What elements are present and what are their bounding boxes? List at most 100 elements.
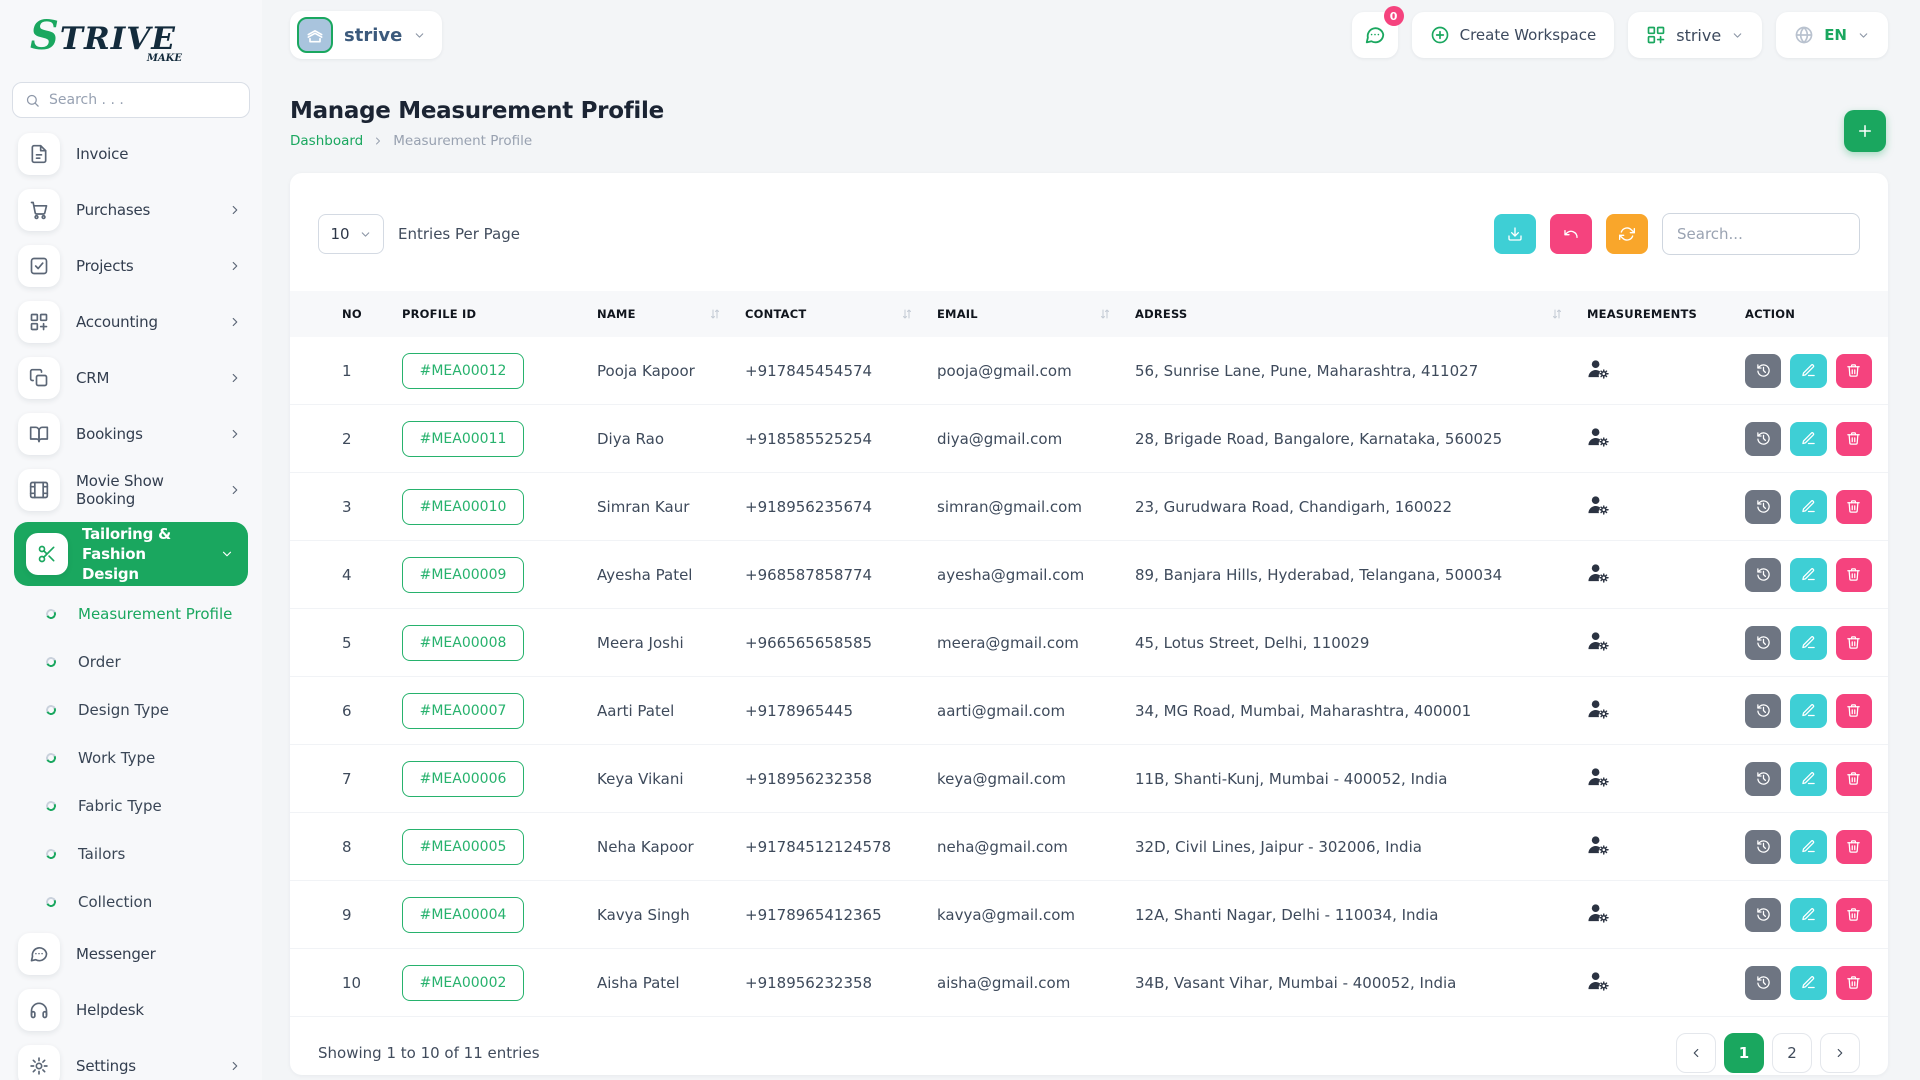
sidebar-subitem-work-type[interactable]: Work Type [0, 734, 262, 782]
person-gear-icon[interactable] [1587, 969, 1610, 992]
profile-id-badge[interactable]: #MEA00005 [402, 829, 524, 865]
sidebar-item-accounting[interactable]: Accounting [0, 294, 262, 350]
sidebar-item-invoice[interactable]: Invoice [0, 126, 262, 182]
refresh-button[interactable] [1606, 214, 1648, 254]
edit-button[interactable] [1790, 626, 1826, 660]
person-gear-icon[interactable] [1587, 765, 1610, 788]
content-card: 10 Entries Per Page NOPROFILE IDNAMECONT… [290, 173, 1888, 1075]
entries-per-page-select[interactable]: 10 [318, 214, 384, 254]
edit-button[interactable] [1790, 558, 1826, 592]
sidebar-item-settings[interactable]: Settings [0, 1038, 262, 1080]
profile-id-badge[interactable]: #MEA00002 [402, 965, 524, 1001]
sidebar-subitem-design-type[interactable]: Design Type [0, 686, 262, 734]
sidebar-subitem-order[interactable]: Order [0, 638, 262, 686]
delete-button[interactable] [1836, 830, 1872, 864]
sidebar-search-input[interactable] [49, 92, 237, 108]
column-header-name[interactable]: NAME [597, 307, 745, 321]
person-gear-icon[interactable] [1587, 561, 1610, 584]
delete-button[interactable] [1836, 966, 1872, 1000]
profile-id-badge[interactable]: #MEA00006 [402, 761, 524, 797]
pagination-page-1[interactable]: 1 [1724, 1033, 1764, 1073]
language-selector[interactable]: EN [1776, 12, 1888, 58]
history-button[interactable] [1745, 762, 1781, 796]
history-button[interactable] [1745, 830, 1781, 864]
history-button[interactable] [1745, 966, 1781, 1000]
edit-button[interactable] [1790, 762, 1826, 796]
sidebar-subitem-fabric-type[interactable]: Fabric Type [0, 782, 262, 830]
history-button[interactable] [1745, 422, 1781, 456]
table-search-input[interactable] [1662, 213, 1860, 255]
edit-button[interactable] [1790, 422, 1826, 456]
history-button[interactable] [1745, 490, 1781, 524]
language-label: EN [1824, 26, 1847, 44]
profile-id-badge[interactable]: #MEA00009 [402, 557, 524, 593]
delete-button[interactable] [1836, 354, 1872, 388]
pagination-page-2[interactable]: 2 [1772, 1033, 1812, 1073]
profile-id-badge[interactable]: #MEA00008 [402, 625, 524, 661]
chat-button[interactable]: 0 [1352, 12, 1398, 58]
sidebar-item-crm[interactable]: CRM [0, 350, 262, 406]
table-row: 9#MEA00004Kavya Singh+9178965412365kavya… [290, 881, 1888, 949]
edit-button[interactable] [1790, 354, 1826, 388]
add-profile-button[interactable] [1844, 110, 1886, 152]
column-header-contact[interactable]: CONTACT [745, 307, 937, 321]
edit-button[interactable] [1790, 966, 1826, 1000]
sidebar-subitem-collection[interactable]: Collection [0, 878, 262, 926]
page-title: Manage Measurement Profile [290, 98, 1888, 124]
column-header-adress[interactable]: ADRESS [1135, 307, 1587, 321]
workspace-selector[interactable]: strive [290, 11, 442, 59]
delete-button[interactable] [1836, 694, 1872, 728]
undo-button[interactable] [1550, 214, 1592, 254]
profile-id-badge[interactable]: #MEA00011 [402, 421, 524, 457]
pagination-prev[interactable] [1676, 1033, 1716, 1073]
delete-button[interactable] [1836, 422, 1872, 456]
sidebar-item-movie-show-booking[interactable]: Movie Show Booking [0, 462, 262, 518]
person-gear-icon[interactable] [1587, 697, 1610, 720]
person-gear-icon[interactable] [1587, 493, 1610, 516]
profile-id-badge[interactable]: #MEA00012 [402, 353, 524, 389]
person-gear-icon[interactable] [1587, 901, 1610, 924]
edit-button[interactable] [1790, 694, 1826, 728]
entries-per-page-label: Entries Per Page [398, 225, 520, 243]
person-gear-icon[interactable] [1587, 425, 1610, 448]
profile-id-badge[interactable]: #MEA00007 [402, 693, 524, 729]
delete-button[interactable] [1836, 762, 1872, 796]
delete-button[interactable] [1836, 626, 1872, 660]
sidebar-subitem-measurement-profile[interactable]: Measurement Profile [0, 590, 262, 638]
create-workspace-button[interactable]: Create Workspace [1412, 12, 1615, 58]
history-button[interactable] [1745, 558, 1781, 592]
delete-button[interactable] [1836, 490, 1872, 524]
history-button[interactable] [1745, 354, 1781, 388]
sidebar-item-tailoring-fashion-design[interactable]: Tailoring & Fashion Design [14, 522, 248, 586]
delete-button[interactable] [1836, 898, 1872, 932]
edit-button[interactable] [1790, 490, 1826, 524]
person-gear-icon[interactable] [1587, 833, 1610, 856]
profile-id-badge[interactable]: #MEA00004 [402, 897, 524, 933]
pagination-next[interactable] [1820, 1033, 1860, 1073]
sidebar-subitem-tailors[interactable]: Tailors [0, 830, 262, 878]
table-row: 2#MEA00011Diya Rao+918585525254diya@gmai… [290, 405, 1888, 473]
history-button[interactable] [1745, 898, 1781, 932]
cell-address: 34, MG Road, Mumbai, Maharashtra, 400001 [1135, 702, 1587, 720]
sidebar-item-purchases[interactable]: Purchases [0, 182, 262, 238]
sidebar-item-bookings[interactable]: Bookings [0, 406, 262, 462]
trash-icon [1846, 567, 1861, 582]
profile-id-badge[interactable]: #MEA00010 [402, 489, 524, 525]
cell-profile-id: #MEA00007 [402, 693, 597, 729]
sidebar-item-helpdesk[interactable]: Helpdesk [0, 982, 262, 1038]
person-gear-icon[interactable] [1587, 629, 1610, 652]
edit-button[interactable] [1790, 830, 1826, 864]
sidebar-item-projects[interactable]: Projects [0, 238, 262, 294]
history-button[interactable] [1745, 694, 1781, 728]
org-selector[interactable]: strive [1628, 12, 1762, 58]
edit-button[interactable] [1790, 898, 1826, 932]
history-button[interactable] [1745, 626, 1781, 660]
person-gear-icon[interactable] [1587, 357, 1610, 380]
sidebar-search[interactable] [12, 82, 250, 118]
delete-button[interactable] [1836, 558, 1872, 592]
org-name: strive [1676, 26, 1721, 45]
breadcrumb-dashboard-link[interactable]: Dashboard [290, 133, 363, 149]
column-header-email[interactable]: EMAIL [937, 307, 1135, 321]
export-download-button[interactable] [1494, 214, 1536, 254]
sidebar-item-messenger[interactable]: Messenger [0, 926, 262, 982]
